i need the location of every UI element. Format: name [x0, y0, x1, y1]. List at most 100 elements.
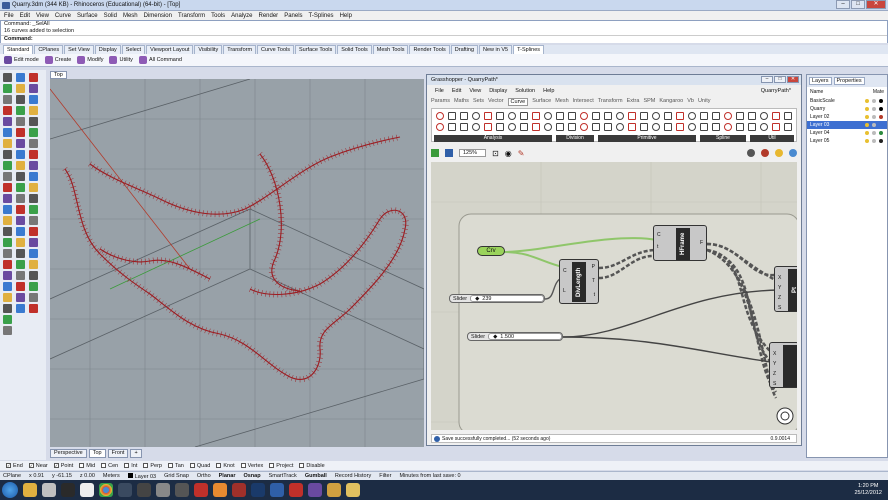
tool-icon[interactable] — [16, 216, 25, 225]
component-icon[interactable] — [544, 112, 552, 120]
reset-icon[interactable] — [776, 407, 794, 425]
preview-eye-icon[interactable]: ◉ — [505, 149, 512, 158]
tool-icon[interactable] — [29, 84, 38, 93]
menu-help[interactable]: Help — [340, 13, 352, 19]
gh-tab-surface[interactable]: Surface — [532, 98, 551, 106]
tool-icon[interactable] — [3, 205, 12, 214]
tab-cplanes[interactable]: CPlanes — [34, 45, 64, 54]
tool-icon[interactable] — [16, 205, 25, 214]
gh-tab-params[interactable]: Params — [431, 98, 450, 106]
osnap-end[interactable]: ✓ End — [6, 463, 23, 469]
component-icon[interactable] — [556, 123, 564, 131]
lightbulb-icon[interactable] — [865, 99, 869, 103]
component-icon[interactable] — [724, 123, 732, 131]
tab-surface-tools[interactable]: Surface Tools — [295, 45, 337, 54]
checkbox-icon[interactable] — [143, 463, 149, 468]
steam-icon[interactable] — [118, 483, 132, 497]
filter-toggle[interactable]: Filter — [379, 473, 391, 479]
tool-icon[interactable] — [29, 194, 38, 203]
checkbox-icon[interactable]: ✓ — [6, 463, 11, 468]
layer-color-icon[interactable] — [879, 99, 883, 103]
record-history-toggle[interactable]: Record History — [335, 473, 371, 479]
command-input[interactable]: Command: — [1, 35, 887, 43]
tab-set-view[interactable]: Set View — [64, 45, 94, 54]
component-icon[interactable] — [448, 123, 456, 131]
tool-icon[interactable] — [16, 293, 25, 302]
tab-standard[interactable]: Standard — [3, 45, 34, 54]
component-icon[interactable] — [640, 112, 648, 120]
tool-icon[interactable] — [16, 161, 25, 170]
layer-row[interactable]: Layer 05 — [807, 137, 887, 145]
menu-curve[interactable]: Curve — [55, 13, 71, 19]
email-icon[interactable] — [42, 483, 56, 497]
component-icon[interactable] — [592, 123, 600, 131]
component-icon[interactable] — [496, 123, 504, 131]
tool-icon[interactable] — [3, 128, 12, 137]
tool-icon[interactable] — [16, 238, 25, 247]
tab-display[interactable]: Display — [94, 45, 121, 54]
paint-icon[interactable] — [327, 483, 341, 497]
display-mesh-icon[interactable] — [789, 149, 797, 157]
osnap-point[interactable]: ✓ Point — [53, 463, 73, 469]
tab-transform[interactable]: Transform — [223, 45, 257, 54]
osnap-toggle[interactable]: Osnap — [243, 473, 260, 479]
camera-icon[interactable] — [175, 483, 189, 497]
checkbox-icon[interactable] — [299, 463, 305, 468]
tab-render-tools[interactable]: Render Tools — [409, 45, 450, 54]
component-icon[interactable] — [628, 123, 636, 131]
component-icon[interactable] — [616, 112, 624, 120]
close-button[interactable]: ✕ — [866, 0, 886, 9]
pt-component[interactable]: X Y Z S Pt — [774, 266, 797, 312]
component-icon[interactable] — [700, 123, 708, 131]
blender-icon[interactable] — [213, 483, 227, 497]
component-icon[interactable] — [652, 112, 660, 120]
preview-shaded-icon[interactable] — [761, 149, 769, 157]
tool-icon[interactable] — [29, 260, 38, 269]
component-icon[interactable] — [472, 123, 480, 131]
lock-icon[interactable] — [872, 123, 876, 127]
component-icon[interactable] — [772, 112, 780, 120]
component-icon[interactable] — [760, 112, 768, 120]
tool-icon[interactable] — [29, 73, 38, 82]
tab-top[interactable]: Top — [88, 449, 106, 458]
lightbulb-icon[interactable] — [865, 107, 869, 111]
photoshop-icon[interactable] — [251, 483, 265, 497]
gh-tab-sets[interactable]: Sets — [473, 98, 484, 106]
tab-properties[interactable]: Properties — [833, 77, 865, 85]
tool-icon[interactable] — [16, 106, 25, 115]
tool-icon[interactable] — [16, 150, 25, 159]
tool-icon[interactable] — [3, 304, 12, 313]
layer-color-icon[interactable] — [879, 107, 883, 111]
component-icon[interactable] — [748, 123, 756, 131]
zoom-extents-icon[interactable]: ⊡ — [492, 149, 499, 158]
menu-transform[interactable]: Transform — [178, 13, 205, 19]
gh-tab-curve[interactable]: Curve — [507, 98, 529, 106]
component-icon[interactable] — [484, 112, 492, 120]
hframe-component[interactable]: C t F HFrame — [653, 225, 707, 261]
gh-menu-view[interactable]: View — [469, 88, 481, 94]
component-icon[interactable] — [604, 123, 612, 131]
tool-icon[interactable] — [16, 304, 25, 313]
component-icon[interactable] — [616, 123, 624, 131]
tool-icon[interactable] — [29, 117, 38, 126]
component-icon[interactable] — [640, 123, 648, 131]
layer-color-icon[interactable] — [879, 115, 883, 119]
lock-icon[interactable] — [872, 139, 876, 143]
tool-icon[interactable] — [3, 117, 12, 126]
layer-row[interactable]: Quarry — [807, 105, 887, 113]
gh-tab-extra[interactable]: Extra — [627, 98, 640, 106]
chrome-icon[interactable] — [99, 483, 113, 497]
tool-icon[interactable] — [3, 293, 12, 302]
gh-tab-kangaroo[interactable]: Kangaroo — [659, 98, 683, 106]
component-icon[interactable] — [736, 123, 744, 131]
crv-param-node[interactable]: Crv — [477, 246, 505, 256]
system-clock[interactable]: 1:20 PM 25/12/2012 — [854, 483, 882, 497]
component-icon[interactable] — [508, 123, 516, 131]
layer-color-icon[interactable] — [879, 131, 883, 135]
tab-tsplines[interactable]: T-Splines — [513, 45, 545, 54]
lock-icon[interactable] — [872, 107, 876, 111]
tool-icon[interactable] — [29, 161, 38, 170]
component-icon[interactable] — [784, 112, 792, 120]
tool-icon[interactable] — [16, 282, 25, 291]
menu-tools[interactable]: Tools — [211, 13, 225, 19]
